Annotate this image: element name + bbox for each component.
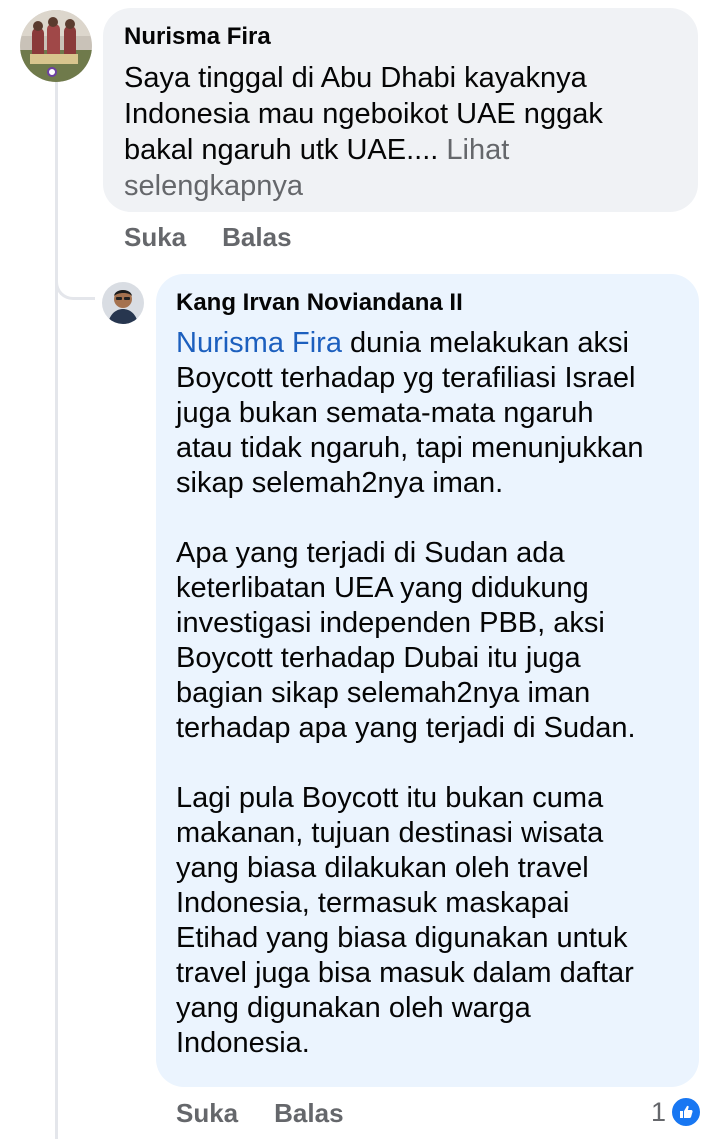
comment-author[interactable]: Kang Irvan Noviandana II [176, 288, 679, 318]
reply-bubble: Kang Irvan Noviandana II Nurisma Fira du… [156, 274, 699, 1087]
reaction-count: 1 [650, 1096, 666, 1127]
comment-bubble: Nurisma Fira Saya tinggal di Abu Dhabi k… [103, 8, 698, 212]
comment-body: dunia melakukan aksi Boycott terhadap yg… [176, 327, 644, 1059]
comment-text: Saya tinggal di Abu Dhabi kayaknya Indon… [124, 60, 678, 204]
comment-actions: Suka Balas [176, 1098, 344, 1129]
reply-button[interactable]: Balas [222, 222, 291, 253]
comment-text: Nurisma Fira dunia melakukan aksi Boycot… [176, 326, 679, 1061]
like-button[interactable]: Suka [124, 222, 186, 253]
reaction-summary[interactable]: 1 [651, 1096, 702, 1128]
comment-author[interactable]: Nurisma Fira [124, 22, 678, 52]
avatar-group-photo [20, 10, 92, 82]
comment-body: Saya tinggal di Abu Dhabi kayaknya Indon… [124, 62, 603, 166]
like-icon [670, 1096, 702, 1128]
mention-link[interactable]: Nurisma Fira [176, 327, 342, 359]
like-button[interactable]: Suka [176, 1098, 238, 1129]
reply-connector [55, 270, 95, 300]
thread-line [55, 80, 58, 1139]
avatar-portrait [102, 282, 144, 324]
avatar[interactable] [102, 282, 144, 324]
avatar[interactable] [20, 10, 92, 82]
reply-button[interactable]: Balas [274, 1098, 343, 1129]
comment-actions: Suka Balas [124, 222, 292, 253]
